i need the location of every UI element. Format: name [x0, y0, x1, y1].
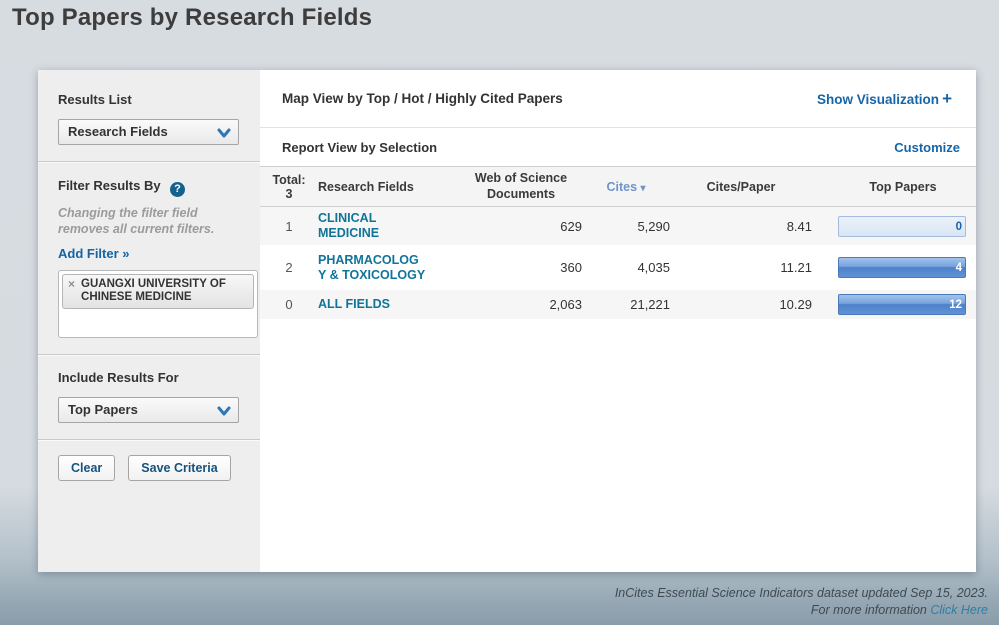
save-criteria-button[interactable]: Save Criteria	[128, 455, 230, 481]
top-papers-bar: 0	[838, 216, 966, 237]
rank-cell: 2	[260, 260, 318, 275]
clear-button[interactable]: Clear	[58, 455, 115, 481]
click-here-link[interactable]: Click Here	[930, 603, 988, 617]
top-papers-value: 0	[956, 217, 962, 237]
sidebar: Results List Research Fields Filter Resu…	[38, 70, 260, 572]
filter-tag-label: GUANGXI UNIVERSITY OF CHINESE MEDICINE	[81, 278, 248, 306]
cites-cell: 4,035	[582, 260, 670, 275]
wos-documents-cell: 2,063	[460, 297, 582, 312]
sidebar-buttons: Clear Save Criteria	[38, 441, 260, 497]
cites-per-paper-cell: 8.41	[670, 219, 812, 234]
more-information-note: For more information Click Here	[615, 602, 988, 619]
page-title: Top Papers by Research Fields	[12, 4, 372, 32]
wos-documents-cell: 629	[460, 219, 582, 234]
remove-filter-icon[interactable]: ×	[68, 278, 75, 292]
research-field-link[interactable]: PHARMACOLOG Y & TOXICOLOGY	[318, 253, 460, 283]
plus-icon: +	[942, 89, 952, 108]
results-list-section: Results List Research Fields	[38, 70, 260, 161]
sort-desc-icon: ▾	[641, 183, 646, 194]
research-field-link[interactable]: ALL FIELDS	[318, 297, 460, 312]
table-row: 1 CLINICAL MEDICINE 629 5,290 8.41 0	[260, 207, 976, 245]
cites-cell: 5,290	[582, 219, 670, 234]
rank-cell: 1	[260, 219, 318, 234]
cites-cell: 21,221	[582, 297, 670, 312]
results-list-select[interactable]: Research Fields	[58, 119, 239, 145]
include-results-label: Include Results For	[58, 370, 240, 385]
column-header-wos-documents[interactable]: Web of Science Documents	[460, 171, 582, 202]
top-papers-bar: 4	[838, 257, 966, 278]
column-header-cites-sorted[interactable]: Cites ▾	[582, 180, 670, 194]
include-results-select[interactable]: Top Papers	[58, 397, 239, 423]
filter-tags-box: × GUANGXI UNIVERSITY OF CHINESE MEDICINE	[58, 270, 258, 338]
add-filter-link[interactable]: Add Filter »	[58, 246, 130, 261]
dataset-updated-note: InCites Essential Science Indicators dat…	[615, 585, 988, 602]
table-row: 2 PHARMACOLOG Y & TOXICOLOGY 360 4,035 1…	[260, 249, 976, 287]
map-view-header: Map View by Top / Hot / Highly Cited Pap…	[260, 70, 976, 128]
column-header-top-papers[interactable]: Top Papers	[838, 180, 968, 194]
rank-cell: 0	[260, 297, 318, 312]
filter-note: Changing the filter field removes all cu…	[58, 205, 248, 238]
results-list-label: Results List	[58, 92, 240, 107]
report-view-header: Report View by Selection Customize	[260, 128, 976, 166]
help-icon[interactable]: ?	[170, 182, 185, 197]
top-papers-value: 12	[949, 295, 962, 315]
results-list-selected-value: Research Fields	[59, 120, 238, 144]
cites-per-paper-cell: 10.29	[670, 297, 812, 312]
map-view-title: Map View by Top / Hot / Highly Cited Pap…	[282, 91, 563, 106]
table-body: 1 CLINICAL MEDICINE 629 5,290 8.41 0	[260, 207, 976, 323]
content-panel: Results List Research Fields Filter Resu…	[38, 70, 976, 572]
filter-tag: × GUANGXI UNIVERSITY OF CHINESE MEDICINE	[62, 274, 254, 310]
customize-link[interactable]: Customize	[894, 140, 960, 155]
filter-section: Filter Results By ? Changing the filter …	[38, 163, 260, 354]
include-results-section: Include Results For Top Papers	[38, 356, 260, 439]
dataset-footer: InCites Essential Science Indicators dat…	[615, 585, 988, 619]
filter-results-by-label: Filter Results By	[58, 178, 161, 193]
total-count-header: Total: 3	[260, 173, 318, 201]
table-header-row: Total: 3 Research Fields Web of Science …	[260, 166, 976, 207]
show-visualization-link[interactable]: Show Visualization+	[817, 89, 952, 109]
column-header-research-fields[interactable]: Research Fields	[318, 180, 460, 194]
wos-documents-cell: 360	[460, 260, 582, 275]
main-area: Map View by Top / Hot / Highly Cited Pap…	[260, 70, 976, 572]
research-field-link[interactable]: CLINICAL MEDICINE	[318, 211, 460, 241]
report-view-title: Report View by Selection	[282, 140, 437, 155]
include-results-selected-value: Top Papers	[59, 398, 238, 422]
cites-per-paper-cell: 11.21	[670, 260, 812, 275]
column-header-cites-per-paper[interactable]: Cites/Paper	[670, 180, 812, 194]
top-papers-value: 4	[956, 258, 962, 278]
table-row: 0 ALL FIELDS 2,063 21,221 10.29 12	[260, 290, 976, 319]
top-papers-bar: 12	[838, 294, 966, 315]
